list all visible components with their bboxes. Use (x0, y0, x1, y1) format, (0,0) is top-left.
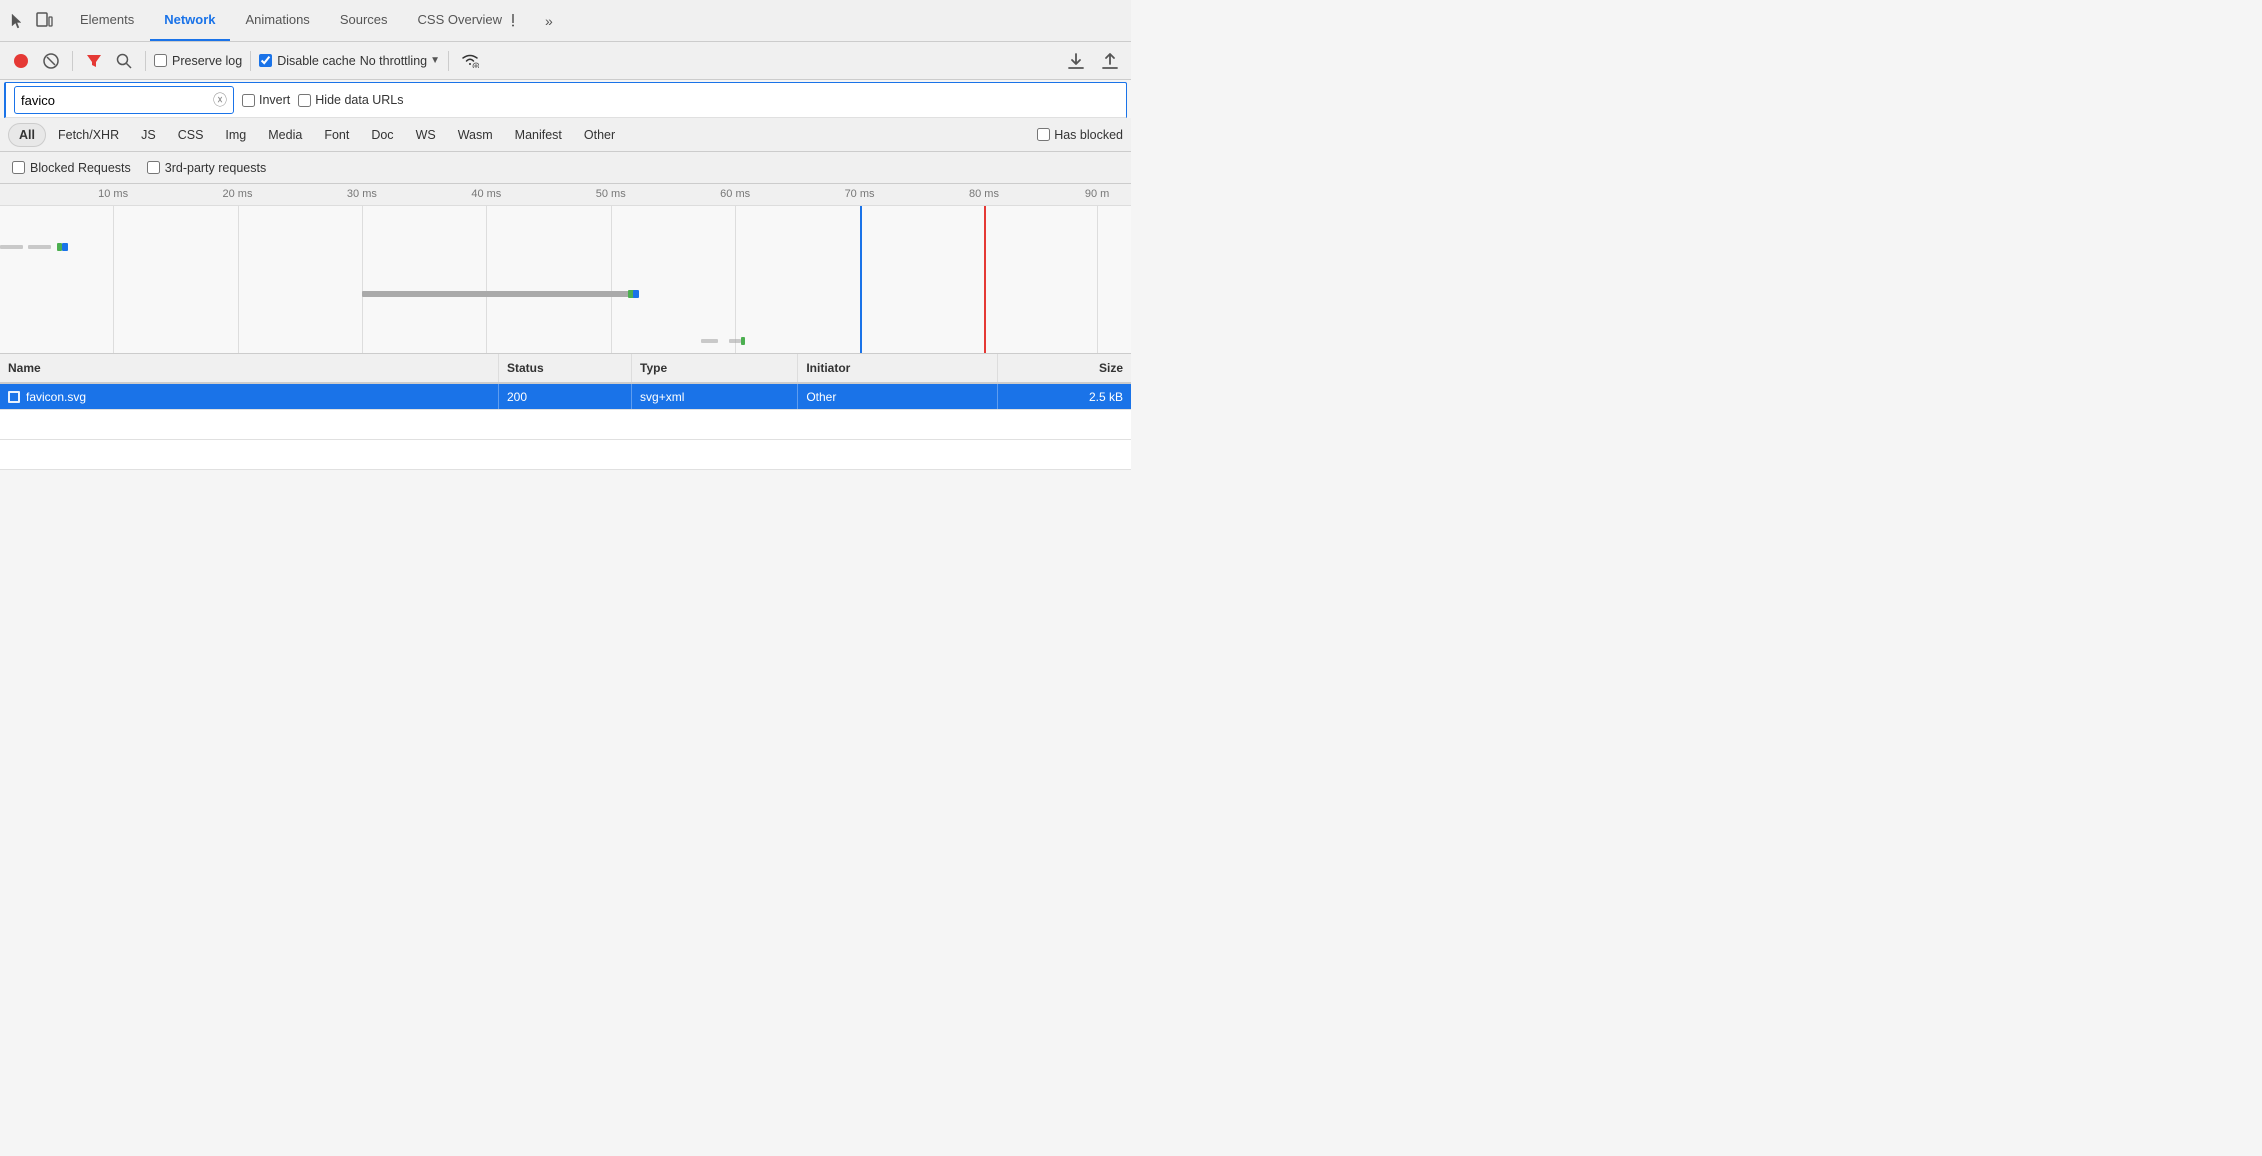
ruler-mark-90ms: 90 m (1085, 188, 1109, 200)
type-filter-img[interactable]: Img (215, 124, 256, 146)
bar-download-1 (62, 243, 68, 251)
col-initiator[interactable]: Initiator (798, 354, 998, 382)
tab-sources[interactable]: Sources (326, 0, 402, 41)
blocked-requests-label[interactable]: Blocked Requests (12, 161, 131, 175)
bar-stall-3 (701, 339, 718, 343)
type-filter-other[interactable]: Other (574, 124, 625, 146)
waterfall-content (0, 206, 1131, 354)
bar-stall-2 (28, 245, 51, 249)
tab-elements[interactable]: Elements (66, 0, 148, 41)
type-filter-doc[interactable]: Doc (361, 124, 403, 146)
td-status: 200 (499, 384, 632, 409)
bar-stall-1 (0, 245, 23, 249)
waterfall-row-3 (0, 330, 1131, 352)
network-settings-button[interactable] (457, 48, 483, 74)
type-filter-fetch-xhr[interactable]: Fetch/XHR (48, 124, 129, 146)
search-input[interactable] (21, 93, 209, 108)
filter-bar: ⓧ Invert Hide data URLs (4, 82, 1127, 118)
devtools-icons (8, 11, 54, 31)
throttle-arrow-icon: ▼ (430, 55, 440, 66)
disable-cache-label[interactable]: Disable cache (259, 54, 356, 68)
record-button[interactable] (8, 48, 34, 74)
ruler-mark-80ms: 80 ms (969, 188, 999, 200)
filter-button[interactable] (81, 48, 107, 74)
tab-animations[interactable]: Animations (232, 0, 324, 41)
type-filter-manifest[interactable]: Manifest (505, 124, 572, 146)
ruler-mark-10ms: 10 ms (98, 188, 128, 200)
has-blocked-checkbox[interactable] (1037, 128, 1050, 141)
bar-download-2 (633, 290, 639, 298)
export-button[interactable] (1097, 48, 1123, 74)
import-button[interactable] (1063, 48, 1089, 74)
import-export-buttons (1063, 48, 1123, 74)
third-party-label[interactable]: 3rd-party requests (147, 161, 266, 175)
type-filter-media[interactable]: Media (258, 124, 312, 146)
hide-data-urls-checkbox-label[interactable]: Hide data URLs (298, 93, 403, 107)
preserve-log-label[interactable]: Preserve log (154, 54, 242, 68)
bar-stall-4 (729, 339, 740, 343)
col-status[interactable]: Status (499, 354, 632, 382)
bar-ttfb-3 (741, 337, 746, 345)
table-empty-row-2 (0, 440, 1131, 470)
type-filter-bar: All Fetch/XHR JS CSS Img Media Font Doc … (0, 118, 1131, 152)
hide-data-urls-checkbox[interactable] (298, 94, 311, 107)
col-type[interactable]: Type (632, 354, 798, 382)
type-filter-wasm[interactable]: Wasm (448, 124, 503, 146)
type-filter-css[interactable]: CSS (168, 124, 214, 146)
separator-4 (448, 51, 449, 71)
ruler-mark-40ms: 40 ms (471, 188, 501, 200)
has-blocked-group: Has blocked (1037, 128, 1123, 142)
type-filter-all[interactable]: All (8, 123, 46, 147)
ruler-mark-70ms: 70 ms (845, 188, 875, 200)
search-button[interactable] (111, 48, 137, 74)
col-size[interactable]: Size (998, 354, 1131, 382)
search-input-wrapper: ⓧ (14, 86, 234, 114)
cursor-icon[interactable] (8, 11, 28, 31)
disable-cache-checkbox[interactable] (259, 54, 272, 67)
type-filter-font[interactable]: Font (314, 124, 359, 146)
preserve-log-checkbox[interactable] (154, 54, 167, 67)
waterfall-timeline: 10 ms 20 ms 30 ms 40 ms 50 ms 60 ms 70 m… (0, 184, 1131, 354)
bar-stall-long (362, 291, 633, 297)
td-type: svg+xml (632, 384, 798, 409)
waterfall-row-2 (0, 283, 1131, 305)
ruler-mark-60ms: 60 ms (720, 188, 750, 200)
tab-bar: Elements Network Animations Sources CSS … (0, 0, 1131, 42)
network-toolbar: Preserve log Disable cache No throttling… (0, 42, 1131, 80)
td-size: 2.5 kB (998, 384, 1131, 409)
device-icon[interactable] (34, 11, 54, 31)
clear-button[interactable] (38, 48, 64, 74)
type-filter-js[interactable]: JS (131, 124, 166, 146)
file-checkbox-icon (8, 391, 20, 403)
table-row[interactable]: favicon.svg 200 svg+xml Other 2.5 kB (0, 384, 1131, 410)
throttle-selector[interactable]: No throttling ▼ (360, 54, 440, 68)
waterfall-row-1 (0, 236, 1131, 258)
more-tabs-button[interactable]: » (539, 9, 559, 33)
ruler-mark-20ms: 20 ms (223, 188, 253, 200)
separator-1 (72, 51, 73, 71)
invert-checkbox-label[interactable]: Invert (242, 93, 290, 107)
clear-search-button[interactable]: ⓧ (213, 93, 227, 107)
col-name[interactable]: Name (0, 354, 499, 382)
td-name: favicon.svg (0, 384, 499, 409)
td-initiator: Other (798, 384, 998, 409)
separator-3 (250, 51, 251, 71)
blocked-requests-checkbox[interactable] (12, 161, 25, 174)
ruler-mark-30ms: 30 ms (347, 188, 377, 200)
vline-domloaded (860, 206, 862, 354)
tab-network[interactable]: Network (150, 0, 229, 41)
third-party-checkbox[interactable] (147, 161, 160, 174)
table-empty-row-1 (0, 410, 1131, 440)
separator-2 (145, 51, 146, 71)
tab-css-overview[interactable]: CSS Overview (404, 0, 534, 41)
type-filter-ws[interactable]: WS (406, 124, 446, 146)
invert-checkbox[interactable] (242, 94, 255, 107)
ruler-mark-50ms: 50 ms (596, 188, 626, 200)
blocked-requests-bar: Blocked Requests 3rd-party requests (0, 152, 1131, 184)
table-header: Name Status Type Initiator Size (0, 354, 1131, 384)
vline-load (984, 206, 986, 354)
waterfall-ruler: 10 ms 20 ms 30 ms 40 ms 50 ms 60 ms 70 m… (0, 184, 1131, 206)
